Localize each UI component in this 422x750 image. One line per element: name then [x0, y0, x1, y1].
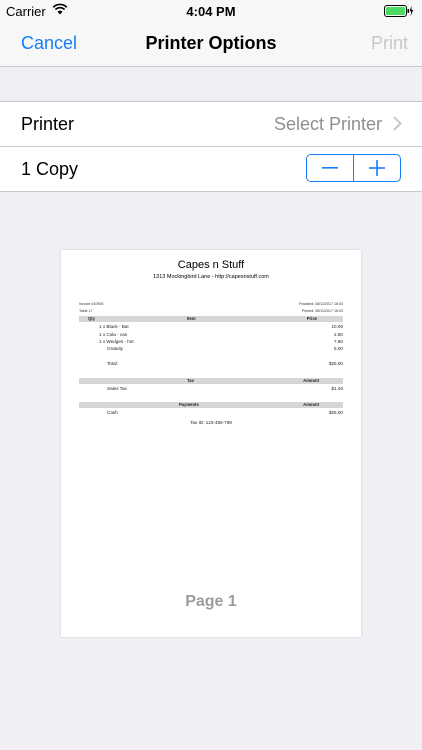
cancel-button[interactable]: Cancel	[21, 33, 77, 54]
printer-options-table: Printer Select Printer 1 Copy	[0, 101, 422, 192]
battery-icon	[384, 5, 414, 20]
tax-header: Tax Amount	[79, 378, 343, 384]
clock-label: 4:04 PM	[186, 4, 236, 19]
sales-tax-value: $1.40	[331, 386, 344, 391]
cash-label: Cash	[107, 410, 118, 415]
minus-icon	[322, 167, 338, 169]
tax-id: Tax ID: 123-456-789	[190, 420, 232, 425]
plus-icon	[369, 160, 385, 176]
line-item: Gratuity	[107, 346, 124, 351]
copies-label: 1 Copy	[21, 159, 79, 179]
printer-row[interactable]: Printer Select Printer	[0, 102, 422, 146]
line-item: 1 x Cola - can	[99, 332, 128, 337]
copies-stepper[interactable]	[306, 154, 401, 182]
receipt-business-name: Capes n Stuff	[177, 259, 245, 271]
line-item: 1 x Wedges - hot	[99, 339, 134, 344]
payments-amount-header: Amount	[303, 402, 319, 407]
decrement-button[interactable]	[307, 155, 353, 181]
printed-date: Printed: 08/11/2017 16:03	[301, 309, 343, 313]
invoice-number: Invoice #10905	[79, 302, 104, 306]
finalized-date: Finalized: 08/11/2017 16:03	[298, 302, 343, 306]
receipt-address: 1313 Mockingbird Lane - http://capesnstu…	[153, 274, 269, 280]
payments-column-header: Payments	[179, 402, 199, 407]
line-item: 1 x Black - Bat	[99, 324, 129, 329]
printer-label: Printer	[21, 114, 75, 134]
line-item-price: 2.60	[334, 332, 343, 337]
tax-amount-header: Amount	[303, 378, 319, 383]
table-number: Table 17	[79, 309, 93, 313]
cash-value: $25.00	[328, 410, 343, 415]
select-printer-value: Select Printer	[273, 114, 382, 134]
print-preview-page[interactable]: Capes n Stuff 1313 Mockingbird Lane - ht…	[61, 250, 361, 637]
sales-tax-label: Sales Tax	[107, 386, 127, 391]
increment-button[interactable]	[353, 155, 400, 181]
copies-row: 1 Copy	[0, 146, 422, 191]
line-item-price: 5.00	[334, 346, 343, 351]
total-value: $25.00	[328, 361, 343, 366]
print-button[interactable]: Print	[371, 33, 408, 54]
items-header: Qty Item Price	[79, 316, 343, 322]
chevron-right-icon	[393, 116, 402, 136]
item-header: Item	[187, 316, 196, 321]
payments-header: Payments Amount	[79, 402, 343, 408]
page-number-label: Page 1	[185, 593, 237, 610]
line-item-price: 10.00	[331, 324, 344, 329]
navigation-bar: Cancel Printer Options Print	[0, 22, 422, 67]
tax-column-header: Tax	[187, 378, 194, 383]
status-bar: Carrier 4:04 PM	[0, 0, 422, 22]
price-header: Price	[306, 316, 317, 321]
total-label: Total:	[107, 361, 118, 366]
qty-header: Qty	[88, 316, 95, 321]
line-item-price: 7.80	[334, 339, 343, 344]
